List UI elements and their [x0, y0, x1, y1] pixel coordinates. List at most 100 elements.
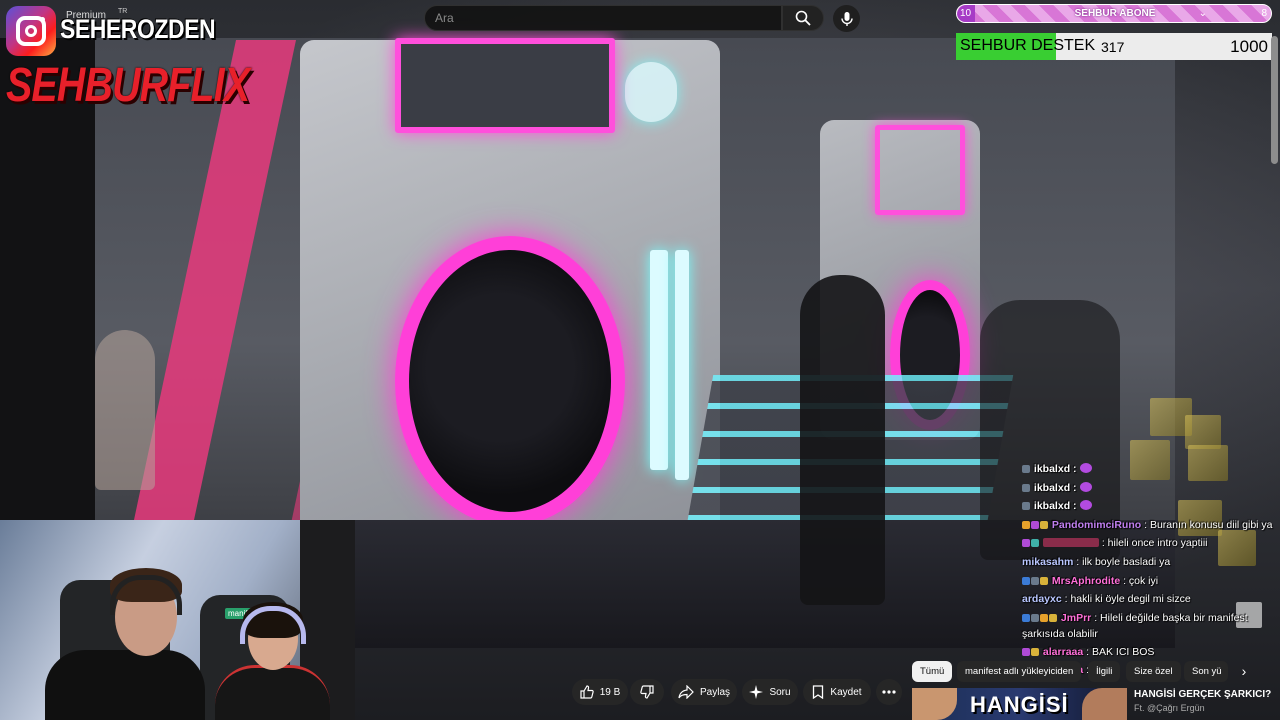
save-label: Kaydet — [830, 686, 862, 698]
chat-badge-icon — [1031, 539, 1039, 548]
headset — [110, 575, 182, 615]
chat-badge-icon — [1049, 613, 1057, 622]
like-button[interactable]: 19 B — [572, 679, 628, 705]
chip-uploader[interactable]: manifest adlı yükleyiciden — [957, 661, 1082, 682]
heart-emote-icon — [1079, 463, 1092, 473]
chat-badge-icon — [1022, 520, 1030, 529]
boombox-display — [395, 38, 615, 133]
chat-text: : hileli once intro yaptiii — [1101, 537, 1208, 550]
subscriber-goal-bar: 10 SEHBUR ABONE ⌄ 8 — [956, 4, 1272, 23]
chat-username[interactable]: alarraaa — [1043, 646, 1083, 658]
chat-message: ikbalxd : — [1022, 460, 1280, 479]
chevron-down-icon: ⌄ — [1198, 8, 1207, 19]
chat-text: : hakli ki öyle degil mi sizce — [1064, 593, 1191, 606]
chat-badge-icon — [1022, 483, 1030, 492]
chat-message: ikbalxd : — [1022, 497, 1280, 516]
thumbs-down-icon — [640, 685, 654, 699]
microphone-icon — [840, 11, 853, 26]
donation-target: 1000 — [1230, 37, 1268, 56]
donation-goal-label: SEHBUR DESTEK — [960, 37, 1096, 54]
chat-message: alarraaa : BAK ICI BOS — [1022, 643, 1280, 662]
chip-related[interactable]: İlgili — [1088, 661, 1121, 682]
thumbnail-text: HANGİSİ — [970, 692, 1069, 717]
guest-shirt — [215, 665, 330, 720]
recommended-video-thumbnail[interactable]: HANGİSİ — [912, 688, 1127, 720]
page-scrollbar[interactable] — [1271, 36, 1278, 164]
chevron-right-icon[interactable]: › — [1233, 661, 1255, 682]
chat-badge-icon — [1022, 502, 1030, 511]
chat-text: : BAK ICI BOS — [1086, 645, 1155, 658]
chat-text: : ilk boyle basladi ya — [1076, 555, 1171, 568]
chat-badge-icon — [1022, 576, 1030, 585]
channel-logo: SEHBURFLIX — [6, 59, 250, 112]
chat-username[interactable]: ikbalxd : — [1034, 463, 1077, 475]
chat-badge-icon — [1022, 647, 1030, 656]
chat-username[interactable]: ikbalxd : — [1034, 500, 1077, 512]
more-horizontal-icon — [882, 690, 896, 694]
search-icon — [795, 10, 811, 26]
ask-button[interactable]: Soru — [742, 679, 798, 705]
neon-light — [875, 125, 965, 215]
thumbs-up-icon — [580, 685, 594, 699]
chat-username[interactable]: ikbalxd : — [1034, 482, 1077, 494]
more-actions-button[interactable] — [876, 679, 902, 705]
dislike-button[interactable] — [630, 679, 664, 705]
neon-light — [675, 250, 689, 480]
thumbnail-face — [1082, 688, 1127, 720]
chat-username[interactable]: JmPrr — [1061, 612, 1091, 624]
chat-message: ikbalxd : — [1022, 479, 1280, 498]
instagram-icon — [6, 6, 56, 56]
chat-badge-icon — [1040, 613, 1048, 622]
search-button[interactable] — [782, 5, 824, 31]
chat-username[interactable]: PandomimciRuno — [1052, 519, 1141, 531]
search-input[interactable]: Ara — [424, 5, 782, 31]
subscriber-goal-end: 8 — [1261, 8, 1267, 19]
walking-person — [800, 275, 885, 605]
share-button[interactable]: Paylaş — [671, 679, 737, 705]
chip-all[interactable]: Tümü — [912, 661, 953, 682]
chat-badge-icon — [1031, 576, 1039, 585]
share-label: Paylaş — [699, 686, 730, 698]
chat-username-redacted — [1042, 538, 1099, 548]
stream-frame: Premium TR SEHEROZDEN SEHBURFLIX Ara 10 … — [0, 0, 1280, 720]
neon-light — [625, 62, 677, 122]
chat-badge-icon — [1022, 613, 1030, 622]
chat-message: : hileli once intro yaptiii — [1022, 534, 1280, 553]
sparkle-icon — [749, 685, 764, 699]
like-count: 19 B — [599, 686, 621, 698]
chat-username[interactable]: MrsAphrodite — [1052, 575, 1120, 587]
chat-badge-icon — [1040, 576, 1048, 585]
share-icon — [678, 685, 694, 699]
chat-badge-icon — [1022, 465, 1030, 473]
chat-message: ardayxc : hakli ki öyle degil mi sizce — [1022, 590, 1280, 609]
subscriber-goal-label: SEHBUR ABONE — [1074, 8, 1156, 19]
chat-badge-icon — [1031, 647, 1039, 656]
donation-goal-bar: SEHBUR DESTEK 317 1000 — [956, 33, 1272, 60]
chip-for-you[interactable]: Size özel — [1126, 661, 1181, 682]
chat-badge-icon — [1031, 520, 1039, 529]
save-button[interactable]: Kaydet — [803, 679, 871, 705]
chip-recent[interactable]: Son yü — [1184, 661, 1228, 682]
bookmark-icon — [813, 685, 824, 699]
blurred-hand — [95, 330, 155, 490]
speaker-left — [395, 236, 625, 526]
chat-overlay: ikbalxd : ikbalxd : ikbalxd : Pandomimci… — [1022, 460, 1280, 680]
chat-badge-icon — [1031, 613, 1039, 622]
recommended-video-title[interactable]: HANGİSİ GERÇEK ŞARKICI? — [1134, 689, 1271, 700]
chat-message: JmPrr : Hileli değilde başka bir manifes… — [1022, 609, 1280, 643]
chat-badge-icon — [1022, 539, 1030, 548]
neon-light — [650, 250, 668, 470]
floating-emote — [1185, 415, 1221, 449]
heart-emote-icon — [1079, 500, 1092, 511]
instagram-handle: SEHEROZDEN — [60, 14, 216, 44]
chat-text: : Buranın konusu diil gibi ya — [1144, 518, 1273, 531]
chat-username[interactable]: ardayxc — [1022, 593, 1062, 605]
thumbnail-face — [912, 688, 957, 720]
chat-username[interactable]: mikasahm — [1022, 556, 1073, 568]
webcam-feed: manifest — [0, 520, 355, 720]
heart-emote-icon — [1079, 481, 1092, 492]
chat-message: PandomimciRuno : Buranın konusu diil gib… — [1022, 516, 1280, 535]
recommended-video-channel[interactable]: Ft. @Çağrı Ergün — [1134, 703, 1205, 713]
voice-search-button[interactable] — [833, 5, 860, 32]
streamer-shirt — [45, 650, 205, 720]
